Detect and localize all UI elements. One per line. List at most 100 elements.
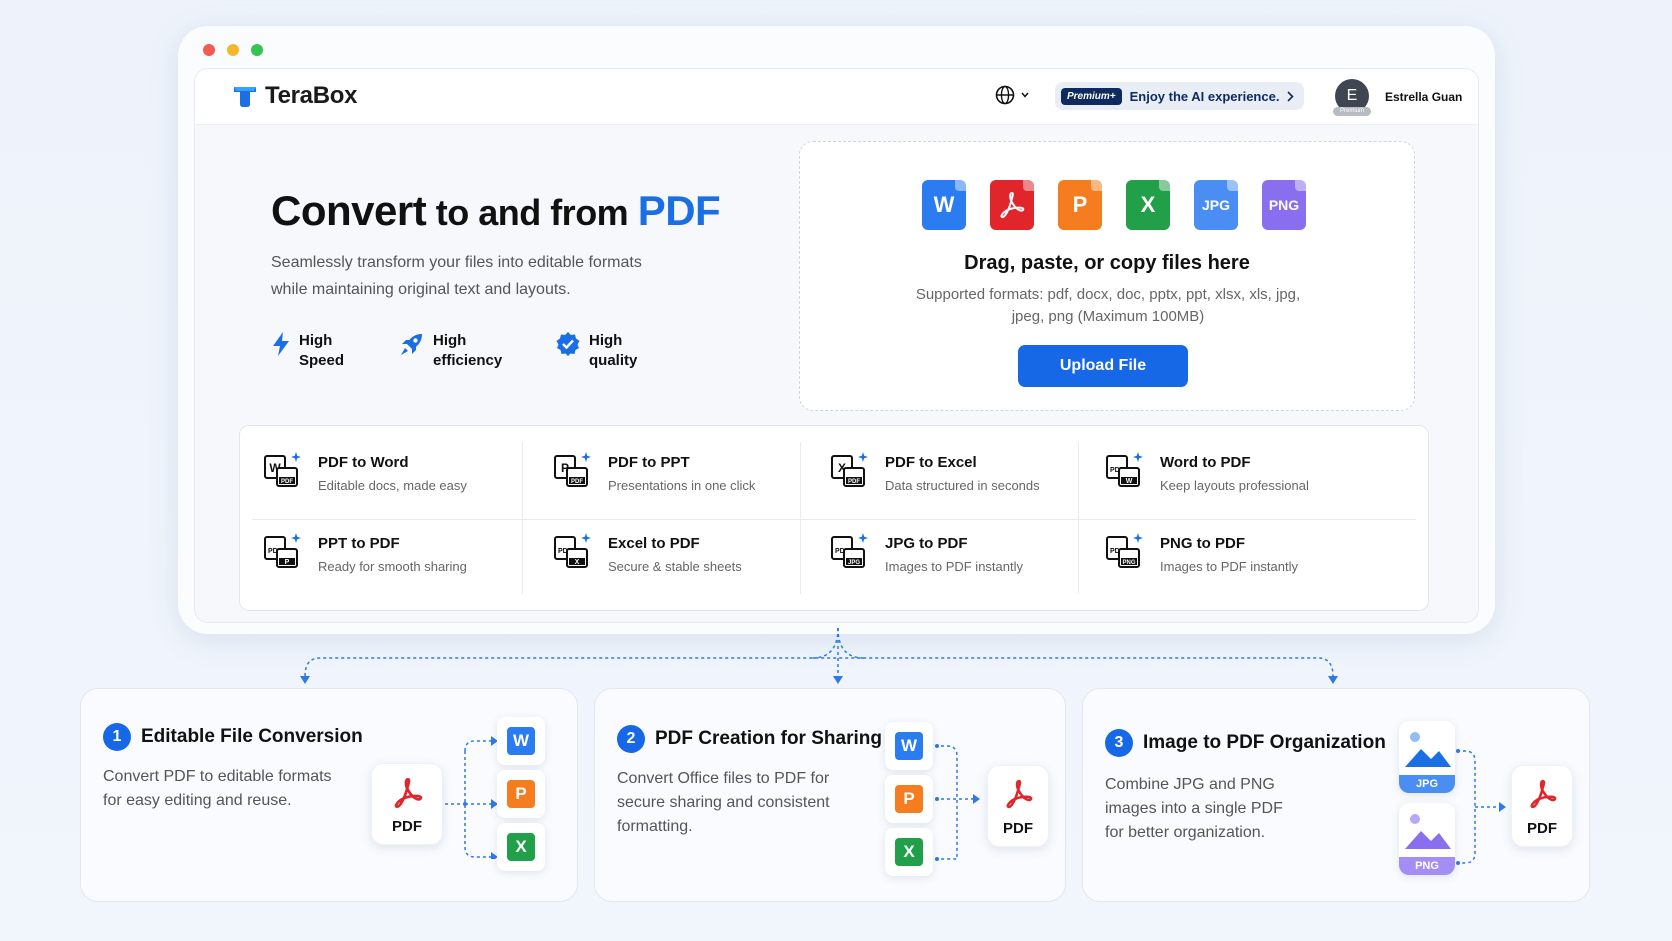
- window-controls: [203, 44, 263, 56]
- excel-file-icon: X: [1126, 180, 1170, 230]
- avatar-premium-badge: Premium: [1333, 107, 1371, 116]
- grid-divider: [800, 442, 801, 594]
- username[interactable]: Estrella Guan: [1385, 90, 1462, 104]
- step-number: 3: [1105, 729, 1133, 757]
- grid-divider: [522, 442, 523, 594]
- title-pdf: PDF: [637, 187, 721, 234]
- feature-label-line1: High: [433, 332, 467, 349]
- split-arrows: [445, 736, 498, 859]
- tool-description: Images to PDF instantly: [885, 559, 1023, 574]
- png-source-tile: PNG: [1399, 803, 1455, 875]
- tool-title: Word to PDF: [1160, 454, 1251, 471]
- use-case-card-3: 3 Image to PDF Organization Combine JPG …: [1082, 688, 1590, 902]
- chevron-down-icon: [1021, 92, 1029, 98]
- grid-divider: [252, 519, 1416, 520]
- merge-arrows: [1456, 749, 1506, 865]
- png-to-pdf-icon: PDFPNG: [1106, 533, 1143, 568]
- pdf-to-excel-icon: XPDF: [831, 452, 868, 487]
- card-description: Convert Office files to PDF for secure s…: [617, 770, 830, 835]
- top-bar: TeraBox Premium+ Enjoy the AI experience…: [195, 69, 1478, 125]
- merge-arrows: [935, 744, 980, 861]
- tile-label: PDF: [1527, 820, 1557, 837]
- tile-label: PDF: [392, 818, 422, 835]
- step-number: 1: [103, 723, 131, 751]
- tool-pdf-to-ppt[interactable]: P PDF PDF to PPT Presentations in one click: [552, 450, 755, 493]
- tool-png-to-pdf[interactable]: PDF PNG PNG to PDF Images to PDF instantly: [1104, 531, 1298, 574]
- tool-title: PDF to Word: [318, 454, 409, 471]
- svg-text:JPG: JPG: [848, 560, 860, 566]
- pdf-file-icon: [990, 180, 1034, 230]
- ppt-output-tile: P: [497, 770, 545, 818]
- tool-title: PPT to PDF: [318, 535, 400, 552]
- chevron-right-icon: [1287, 90, 1295, 102]
- feature-label-line2: quality: [589, 352, 638, 369]
- word-output-tile: W: [497, 717, 545, 765]
- pdf-logo-icon: [394, 778, 423, 808]
- maximize-window-dot[interactable]: [251, 44, 263, 56]
- image-icon: [1405, 814, 1451, 849]
- card-title: Editable File Conversion: [141, 726, 363, 747]
- svg-text:X: X: [575, 559, 580, 566]
- title-and-from: and from: [478, 192, 638, 233]
- jpg-file-icon: JPG: [1194, 180, 1238, 230]
- tool-description: Editable docs, made easy: [318, 478, 467, 493]
- conversion-tools-grid: W PDF PDF to Word Editable docs, made easy P…: [239, 425, 1429, 611]
- word-to-pdf-icon: PDFW: [1106, 452, 1143, 487]
- title-to: to: [426, 192, 479, 233]
- premium-badge: Premium+: [1061, 87, 1122, 105]
- card-title: Image to PDF Organization: [1143, 732, 1386, 753]
- grid-divider: [1078, 442, 1079, 594]
- feature-high-quality: High quality: [555, 331, 637, 371]
- tile-label: PNG: [1399, 857, 1455, 875]
- feature-label-line1: High: [589, 332, 623, 349]
- upload-dropzone[interactable]: W P X JPG PNG Drag, paste, or copy files…: [799, 141, 1415, 411]
- tool-description: Presentations in one click: [608, 478, 756, 493]
- close-window-dot[interactable]: [203, 44, 215, 56]
- card-description: Combine JPG and PNG images into a single…: [1105, 776, 1283, 841]
- png-file-icon: PNG: [1262, 180, 1306, 230]
- title-convert: Convert: [271, 187, 427, 234]
- tool-title: PNG to PDF: [1160, 535, 1245, 552]
- minimize-window-dot[interactable]: [227, 44, 239, 56]
- tool-description: Keep layouts professional: [1160, 478, 1309, 493]
- tool-description: Secure & stable sheets: [608, 559, 742, 574]
- pdf-output-tile: PDF: [987, 765, 1049, 847]
- tool-title: JPG to PDF: [885, 535, 968, 552]
- tool-pdf-to-word[interactable]: W PDF PDF to Word Editable docs, made easy: [262, 450, 467, 493]
- dropzone-title: Drag, paste, or copy files here: [964, 252, 1250, 274]
- feature-label-line1: High: [299, 332, 333, 349]
- tool-word-to-pdf[interactable]: PDF W Word to PDF Keep layouts professional: [1104, 450, 1309, 493]
- page-subtitle: Seamlessly transform your files into edi…: [271, 254, 642, 298]
- svg-text:PDF: PDF: [281, 479, 293, 485]
- tool-pdf-to-excel[interactable]: X PDF PDF to Excel Data structured in secon…: [829, 450, 1040, 493]
- language-selector[interactable]: [995, 85, 1029, 105]
- avatar-initial: E: [1346, 87, 1358, 104]
- tool-jpg-to-pdf[interactable]: PDF JPG JPG to PDF Images to PDF instantly: [829, 531, 1023, 574]
- card-description: Convert PDF to editable formats for easy…: [103, 768, 332, 809]
- svg-text:W: W: [1126, 478, 1133, 485]
- tool-description: Images to PDF instantly: [1160, 559, 1298, 574]
- ppt-file-icon: P: [1058, 180, 1102, 230]
- use-case-card-1: 1 Editable File Conversion Convert PDF t…: [80, 688, 578, 902]
- feature-high-efficiency: High efficiency: [399, 331, 555, 371]
- excel-output-tile: X: [497, 823, 545, 871]
- jpg-to-pdf-icon: PDFJPG: [831, 533, 868, 568]
- tool-description: Data structured in seconds: [885, 478, 1040, 493]
- tool-title: Excel to PDF: [608, 535, 700, 552]
- upload-file-button[interactable]: Upload File: [1018, 345, 1188, 387]
- svg-text:PNG: PNG: [1122, 560, 1135, 566]
- pdf-to-word-icon: WPDF: [264, 452, 301, 487]
- svg-text:PDF: PDF: [571, 479, 583, 485]
- excel-source-tile: X: [885, 828, 933, 876]
- pdf-to-ppt-icon: PPDF: [554, 452, 591, 487]
- svg-text:P: P: [285, 559, 290, 566]
- tool-title: PDF to Excel: [885, 454, 977, 471]
- tool-excel-to-pdf[interactable]: PDF X Excel to PDF Secure & stable sheets: [552, 531, 742, 574]
- rocket-icon: [401, 334, 422, 355]
- tool-title: PDF to PPT: [608, 454, 690, 471]
- premium-promo-button[interactable]: Premium+ Enjoy the AI experience.: [1055, 82, 1305, 110]
- supported-formats-text: Supported formats: pdf, docx, doc, pptx,…: [915, 286, 1301, 325]
- step-number: 2: [617, 725, 645, 753]
- tool-ppt-to-pdf[interactable]: PDF P PPT to PDF Ready for smooth sharing: [262, 531, 467, 574]
- terabox-logo[interactable]: TeraBox: [231, 82, 357, 110]
